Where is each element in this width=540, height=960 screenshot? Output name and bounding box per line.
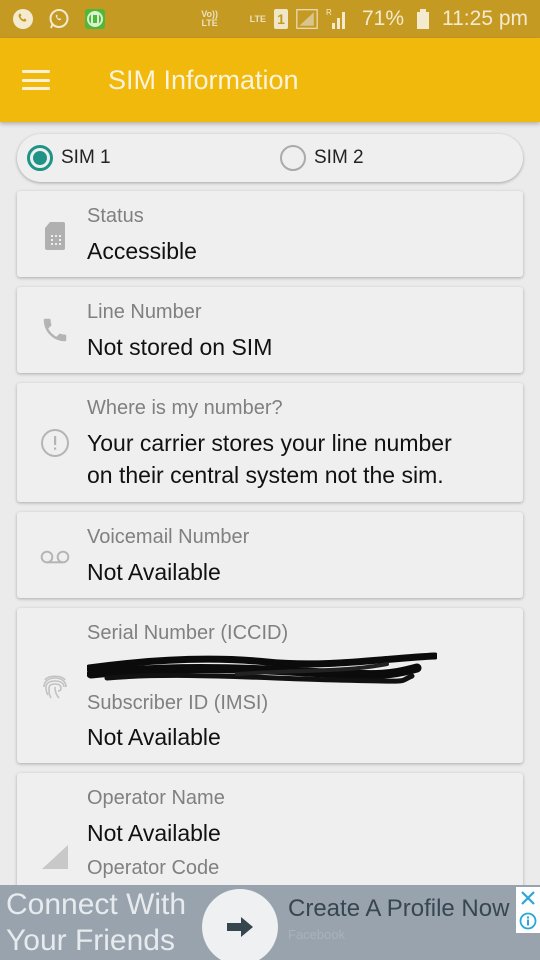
line-number-card: Line Number Not stored on SIM xyxy=(17,287,523,373)
operator-name-value: Not Available xyxy=(87,820,221,846)
operator-code-label: Operator Code xyxy=(87,857,220,879)
roaming-signal-icon: R xyxy=(326,8,348,30)
phone-icon xyxy=(39,314,71,346)
sim1-label: SIM 1 xyxy=(61,147,111,168)
ad-headline: Connect With Your Friends xyxy=(6,887,186,959)
info-exclamation-icon xyxy=(39,427,71,459)
voicemail-value: Not Available xyxy=(87,559,221,585)
sim-selector: SIM 1 SIM 2 xyxy=(17,134,523,182)
status-label: Status xyxy=(87,205,144,227)
status-card: Status Accessible xyxy=(17,191,523,277)
sim1-radio[interactable] xyxy=(27,145,53,171)
serial-card: Serial Number (ICCID) Subscriber ID (IMS… xyxy=(17,608,523,763)
ad-brand: Facebook xyxy=(288,927,346,942)
ad-headline-line1: Connect With xyxy=(6,888,187,921)
battery-icon xyxy=(412,8,434,30)
hamburger-menu-icon[interactable] xyxy=(22,70,50,90)
imsi-value: Not Available xyxy=(87,724,221,750)
arrow-right-icon xyxy=(227,917,253,937)
line-number-value: Not stored on SIM xyxy=(87,334,273,360)
ad-cta[interactable]: Create A Profile Now xyxy=(288,895,509,923)
phone-icon xyxy=(12,8,34,30)
sim2-radio-option[interactable]: SIM 2 xyxy=(280,145,364,171)
serial-label: Serial Number (ICCID) xyxy=(87,622,289,644)
close-icon[interactable] xyxy=(520,890,536,906)
voicemail-card: Voicemail Number Not Available xyxy=(17,512,523,598)
sim-card-icon xyxy=(39,220,71,252)
operator-card: Operator Name Not Available Operator Cod… xyxy=(17,773,523,885)
lte-indicator: LTE xyxy=(249,13,266,24)
where-number-text-line1: Your carrier stores your line number xyxy=(87,430,452,456)
volte-indicator: Vo)) LTE xyxy=(201,9,219,28)
ad-arrow-button[interactable] xyxy=(202,889,278,960)
app-notification-icon xyxy=(84,8,106,30)
serial-value-redacted xyxy=(85,652,439,693)
clock: 11:25 pm xyxy=(442,7,528,30)
sim-slot-indicator: 1 xyxy=(273,9,288,29)
whatsapp-icon xyxy=(48,8,70,30)
operator-name-label: Operator Name xyxy=(87,787,225,809)
ad-controls xyxy=(516,887,540,933)
fingerprint-icon xyxy=(39,670,71,702)
where-number-label: Where is my number? xyxy=(87,397,283,419)
sim2-radio[interactable] xyxy=(280,145,306,171)
svg-text:R: R xyxy=(326,8,332,17)
signal-strength-icon xyxy=(296,8,318,30)
line-number-label: Line Number xyxy=(87,301,202,323)
status-bar: Vo)) LTE LTE 1 R 71% 11:25 pm xyxy=(0,0,540,38)
signal-icon xyxy=(39,841,71,873)
info-icon[interactable] xyxy=(519,912,537,930)
where-number-card: Where is my number? Your carrier stores … xyxy=(17,383,523,502)
battery-percent: 71% xyxy=(361,7,404,30)
voicemail-label: Voicemail Number xyxy=(87,526,250,548)
app-bar: SIM Information xyxy=(0,38,540,122)
ad-headline-line2: Your Friends xyxy=(6,924,175,957)
status-value: Accessible xyxy=(87,238,197,264)
sim-info-content[interactable]: SIM 1 SIM 2 Status Accessible Line Numbe… xyxy=(0,122,540,885)
ad-banner[interactable]: Connect With Your Friends Create A Profi… xyxy=(0,885,540,960)
voicemail-icon xyxy=(39,541,71,573)
sim2-label: SIM 2 xyxy=(314,147,364,168)
where-number-text-line2: on their central system not the sim. xyxy=(87,462,444,488)
page-title: SIM Information xyxy=(108,64,299,95)
redaction-scribble xyxy=(85,652,439,684)
sim1-radio-option[interactable]: SIM 1 xyxy=(27,145,111,171)
imsi-label: Subscriber ID (IMSI) xyxy=(87,692,269,714)
